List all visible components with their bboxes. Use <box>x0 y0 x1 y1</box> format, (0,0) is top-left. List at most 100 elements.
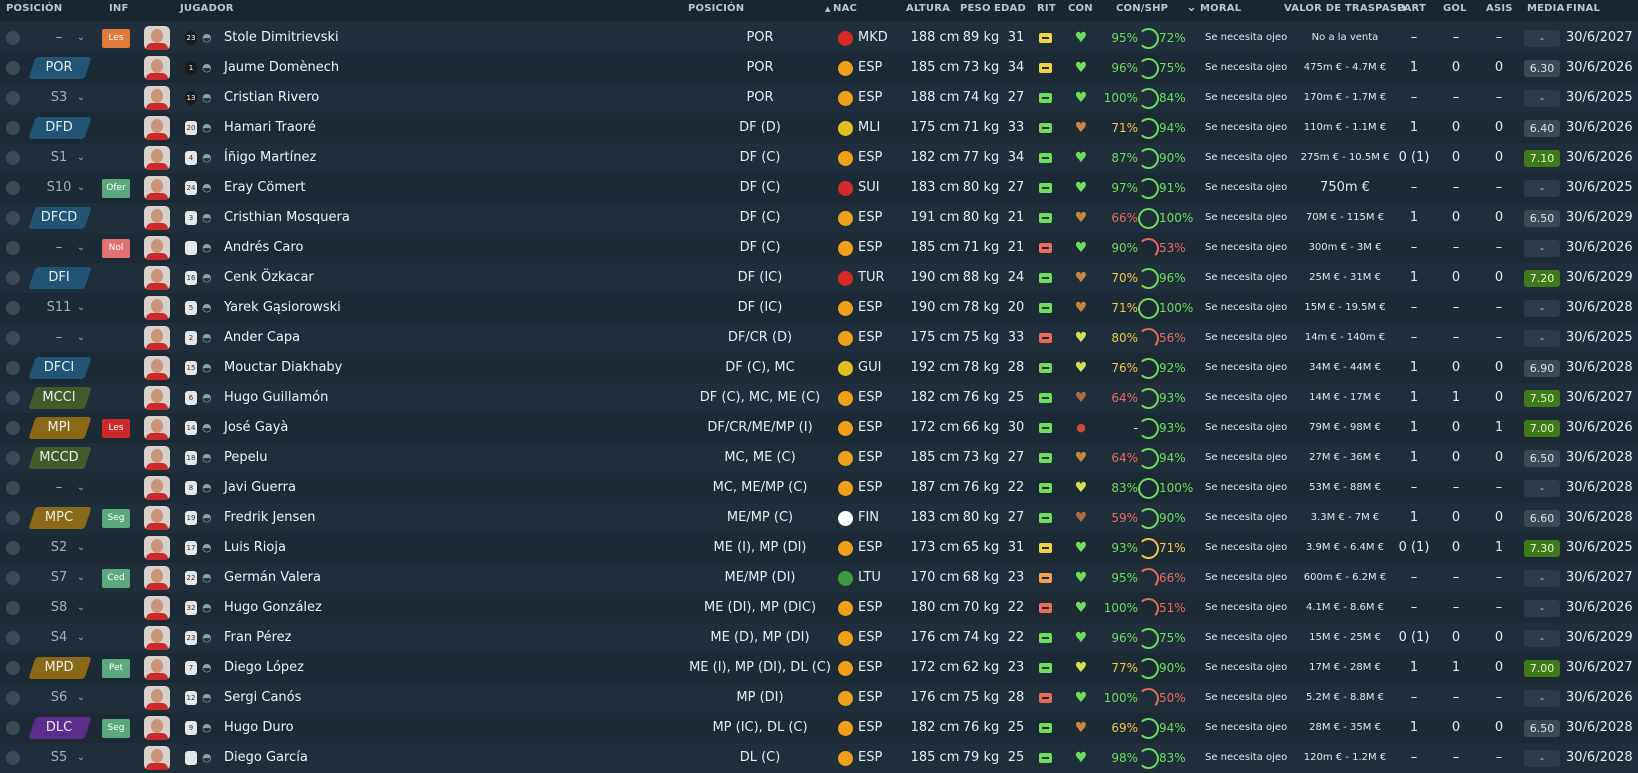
table-row[interactable]: S5 ⌄ ◓ Diego García DL (C) ESP 185 cm 79 kg 25 ♥ 9… <box>0 743 1638 773</box>
col-inf[interactable]: INF <box>109 3 129 14</box>
table-row[interactable]: DFCD 3 ◓ Cristhian Mosquera DF (C) ESP 191 cm 8… <box>0 203 1638 233</box>
select-circle-icon[interactable] <box>6 481 20 495</box>
table-row[interactable]: MCCI 6 ◓ Hugo Guillamón DF (C), MC, ME (C) ES… <box>0 383 1638 413</box>
select-circle-icon[interactable] <box>6 151 20 165</box>
chevron-down-icon[interactable]: ⌄ <box>74 593 88 623</box>
player-name[interactable]: José Gayà <box>224 413 454 443</box>
col-peso[interactable]: PESO <box>960 3 991 14</box>
select-circle-icon[interactable] <box>6 541 20 555</box>
table-row[interactable]: S2 ⌄ 17 ◓ Luis Rioja ME (I), MP (DI) ESP 173 cm… <box>0 533 1638 563</box>
select-circle-icon[interactable] <box>6 511 20 525</box>
col-gol[interactable]: GOL <box>1443 3 1467 14</box>
player-name[interactable]: Pepelu <box>224 443 454 473</box>
col-posicion-2[interactable]: POSICIÓN <box>688 3 744 14</box>
select-circle-icon[interactable] <box>6 691 20 705</box>
table-row[interactable]: – ⌄ Les 23 ◓ Stole Dimitrievski POR MKD 188 cm 89… <box>0 23 1638 53</box>
position-selector[interactable]: MCCI <box>24 383 94 413</box>
table-row[interactable]: MPI Les 14 ◓ José Gayà DF/CR/ME/MP (I) ESP 172 … <box>0 413 1638 443</box>
col-edad[interactable]: EDAD <box>994 3 1026 14</box>
filter-chevron-icon[interactable]: ⌄ <box>1186 0 1197 15</box>
select-circle-icon[interactable] <box>6 751 20 765</box>
table-row[interactable]: – ⌄ 8 ◓ Javi Guerra MC, ME/MP (C) ESP 187 cm 76 … <box>0 473 1638 503</box>
table-row[interactable]: S3 ⌄ 13 ◓ Cristian Rivero POR ESP 188 cm 74 kg 27… <box>0 83 1638 113</box>
select-circle-icon[interactable] <box>6 601 20 615</box>
position-selector[interactable]: MPD <box>24 653 94 683</box>
select-circle-icon[interactable] <box>6 301 20 315</box>
select-circle-icon[interactable] <box>6 31 20 45</box>
col-rit[interactable]: RIT <box>1037 3 1056 14</box>
table-row[interactable]: S1 ⌄ 4 ◓ Íñigo Martínez DF (C) ESP 182 cm 77 kg 3… <box>0 143 1638 173</box>
position-selector[interactable]: DFCI <box>24 353 94 383</box>
player-name[interactable]: Sergi Canós <box>224 683 454 713</box>
col-final[interactable]: FINAL <box>1566 3 1600 14</box>
table-row[interactable]: S11 ⌄ 5 ◓ Yarek Gąsiorowski DF (IC) ESP 190 cm 7… <box>0 293 1638 323</box>
player-name[interactable]: Hugo González <box>224 593 454 623</box>
col-valor-traspaso[interactable]: VALOR DE TRASPASO <box>1284 3 1406 14</box>
position-selector[interactable]: DFD <box>24 113 94 143</box>
chevron-down-icon[interactable]: ⌄ <box>74 683 88 713</box>
player-name[interactable]: Hugo Duro <box>224 713 454 743</box>
position-selector[interactable]: MCCD <box>24 443 94 473</box>
select-circle-icon[interactable] <box>6 421 20 435</box>
select-circle-icon[interactable] <box>6 211 20 225</box>
chevron-down-icon[interactable]: ⌄ <box>74 473 88 503</box>
player-name[interactable]: Germán Valera <box>224 563 454 593</box>
select-circle-icon[interactable] <box>6 181 20 195</box>
player-name[interactable]: Luis Rioja <box>224 533 454 563</box>
chevron-down-icon[interactable]: ⌄ <box>74 323 88 353</box>
table-row[interactable]: MPD Pet 7 ◓ Diego López ME (I), MP (DI), DL (… <box>0 653 1638 683</box>
player-name[interactable]: Hugo Guillamón <box>224 383 454 413</box>
table-row[interactable]: DFI 16 ◓ Cenk Özkacar DF (IC) TUR 190 cm 88 kg 2… <box>0 263 1638 293</box>
table-row[interactable]: S8 ⌄ 32 ◓ Hugo González ME (DI), MP (DIC) ESP 1… <box>0 593 1638 623</box>
chevron-down-icon[interactable]: ⌄ <box>74 623 88 653</box>
select-circle-icon[interactable] <box>6 451 20 465</box>
table-row[interactable]: S4 ⌄ 23 ◓ Fran Pérez ME (D), MP (DI) ESP 176 cm… <box>0 623 1638 653</box>
col-altura[interactable]: ALTURA <box>906 3 950 14</box>
player-name[interactable]: Cenk Özkacar <box>224 263 454 293</box>
player-name[interactable]: Stole Dimitrievski <box>224 23 454 53</box>
player-name[interactable]: Íñigo Martínez <box>224 143 454 173</box>
position-selector[interactable]: MPC <box>24 503 94 533</box>
select-circle-icon[interactable] <box>6 391 20 405</box>
position-selector[interactable]: DFCD <box>24 203 94 233</box>
player-name[interactable]: Cristian Rivero <box>224 83 454 113</box>
select-circle-icon[interactable] <box>6 661 20 675</box>
select-circle-icon[interactable] <box>6 271 20 285</box>
table-row[interactable]: DFCI 15 ◓ Mouctar Diakhaby DF (C), MC GUI 192 … <box>0 353 1638 383</box>
col-jugador[interactable]: JUGADOR <box>180 3 234 14</box>
player-name[interactable]: Hamari Traoré <box>224 113 454 143</box>
select-circle-icon[interactable] <box>6 361 20 375</box>
chevron-down-icon[interactable]: ⌄ <box>74 563 88 593</box>
col-con[interactable]: CON <box>1068 3 1093 14</box>
table-row[interactable]: DFD 20 ◓ Hamari Traoré DF (D) MLI 175 cm 71 kg 3… <box>0 113 1638 143</box>
chevron-down-icon[interactable]: ⌄ <box>74 233 88 263</box>
select-circle-icon[interactable] <box>6 121 20 135</box>
player-name[interactable]: Andrés Caro <box>224 233 454 263</box>
col-nac[interactable]: NAC <box>833 3 857 14</box>
chevron-down-icon[interactable]: ⌄ <box>74 743 88 773</box>
select-circle-icon[interactable] <box>6 721 20 735</box>
player-name[interactable]: Ander Capa <box>224 323 454 353</box>
table-row[interactable]: POR 1 ◓ Jaume Domènech POR ESP 185 cm 73 kg 34 ♥ 9… <box>0 53 1638 83</box>
col-con-shp[interactable]: CON/SHP <box>1116 3 1168 14</box>
table-row[interactable]: S10 ⌄ Ofer 24 ◓ Eray Cömert DF (C) SUI 183 cm 80 … <box>0 173 1638 203</box>
table-row[interactable]: MPC Seg 19 ◓ Fredrik Jensen ME/MP (C) FIN 183 c… <box>0 503 1638 533</box>
chevron-down-icon[interactable]: ⌄ <box>74 23 88 53</box>
position-selector[interactable]: POR <box>24 53 94 83</box>
col-media[interactable]: MEDIA <box>1527 3 1565 14</box>
player-name[interactable]: Jaume Domènech <box>224 53 454 83</box>
select-circle-icon[interactable] <box>6 241 20 255</box>
table-row[interactable]: – ⌄ 2 ◓ Ander Capa DF/CR (D) ESP 175 cm 75 kg 33 ♥… <box>0 323 1638 353</box>
table-row[interactable]: S6 ⌄ 12 ◓ Sergi Canós MP (DI) ESP 176 cm 75 kg 28… <box>0 683 1638 713</box>
player-name[interactable]: Javi Guerra <box>224 473 454 503</box>
chevron-down-icon[interactable]: ⌄ <box>74 83 88 113</box>
col-moral[interactable]: MORAL <box>1200 3 1241 14</box>
chevron-down-icon[interactable]: ⌄ <box>74 293 88 323</box>
position-selector[interactable]: MPI <box>24 413 94 443</box>
col-part[interactable]: PART <box>1397 3 1426 14</box>
player-name[interactable]: Yarek Gąsiorowski <box>224 293 454 323</box>
chevron-down-icon[interactable]: ⌄ <box>74 143 88 173</box>
chevron-down-icon[interactable]: ⌄ <box>74 173 88 203</box>
position-selector[interactable]: DLC <box>24 713 94 743</box>
player-name[interactable]: Diego García <box>224 743 454 773</box>
